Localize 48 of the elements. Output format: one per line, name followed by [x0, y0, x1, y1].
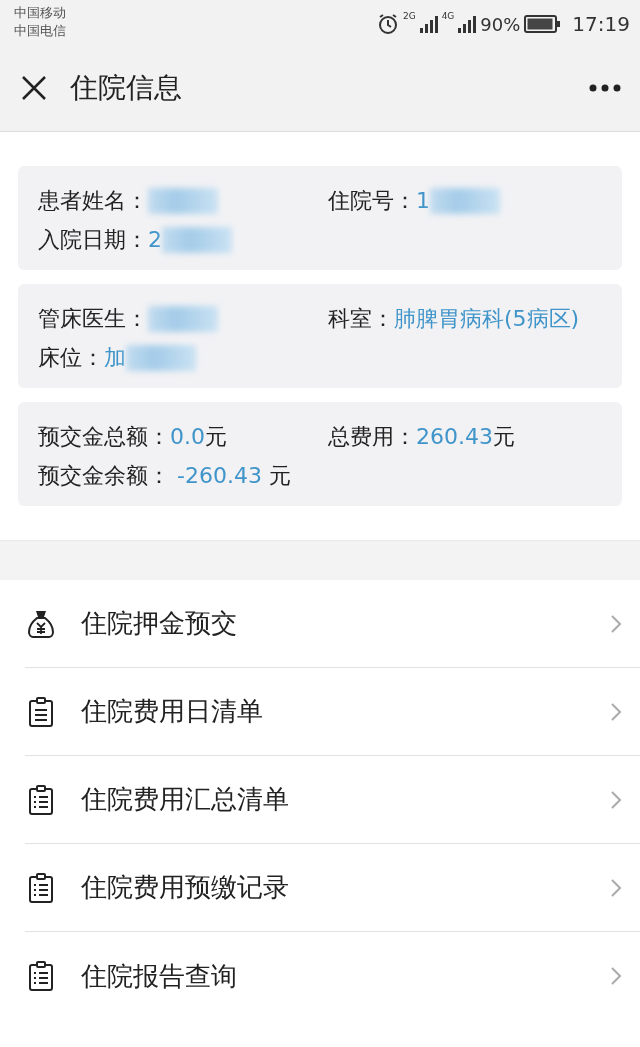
chevron-icon — [610, 701, 622, 722]
unit-text: 元 — [267, 462, 291, 490]
field-label: 患者姓名： — [38, 187, 148, 215]
field-label: 科室： — [328, 305, 394, 333]
field-label: 管床医生： — [38, 305, 148, 333]
field-value: 0.0 — [170, 423, 205, 451]
menu-label: 住院费用日清单 — [81, 695, 263, 728]
menu-item[interactable]: 住院报告查询 — [25, 932, 640, 1020]
chevron-icon — [610, 613, 622, 634]
field-value: 2 — [148, 226, 162, 254]
menu-label: 住院报告查询 — [81, 959, 237, 993]
unit-text: 元 — [493, 423, 515, 451]
close-button[interactable] — [20, 73, 48, 102]
field-label: 预交金总额： — [38, 423, 170, 451]
chevron-icon — [610, 877, 622, 898]
page-title: 住院信息 — [70, 69, 182, 106]
menu-label: 住院费用预缴记录 — [81, 871, 289, 904]
more-icon — [588, 83, 622, 93]
field-value: 260.43 — [416, 423, 493, 451]
signal-icon — [458, 15, 477, 33]
unit-text: 元 — [205, 423, 227, 451]
menu-item[interactable]: 住院费用汇总清单 — [25, 756, 640, 844]
menu-item[interactable]: 住院押金预交 — [25, 580, 640, 668]
close-icon — [20, 73, 48, 102]
field-value: -260.43 — [176, 462, 262, 490]
menu-item[interactable]: 住院费用日清单 — [25, 668, 640, 756]
field-value: 1 — [416, 187, 430, 215]
alarm-icon — [376, 13, 399, 35]
field-label: 床位： — [38, 344, 104, 372]
field-label: 总费用： — [328, 423, 416, 451]
menu-label: 住院押金预交 — [81, 607, 237, 640]
menu-label: 住院费用汇总清单 — [81, 783, 289, 816]
field-value: 肺脾胃病科(5病区) — [394, 305, 580, 333]
carrier-name: 中国电信 — [14, 22, 66, 40]
battery-percent: 90% — [480, 12, 521, 37]
field-label: 入院日期： — [38, 226, 148, 254]
network-type: 4G — [441, 10, 455, 23]
battery-icon — [524, 15, 561, 33]
field-label: 预交金余额： — [38, 462, 170, 490]
field-label: 住院号： — [328, 187, 416, 215]
network-type: 2G — [402, 10, 416, 23]
signal-icon — [419, 15, 438, 33]
menu-item[interactable]: 住院费用预缴记录 — [25, 844, 640, 932]
field-value: 加 — [104, 344, 126, 372]
carrier-name: 中国移动 — [14, 4, 66, 22]
chevron-icon — [610, 789, 622, 810]
chevron-icon — [610, 966, 622, 986]
clock-time: 17:19 — [572, 11, 630, 38]
